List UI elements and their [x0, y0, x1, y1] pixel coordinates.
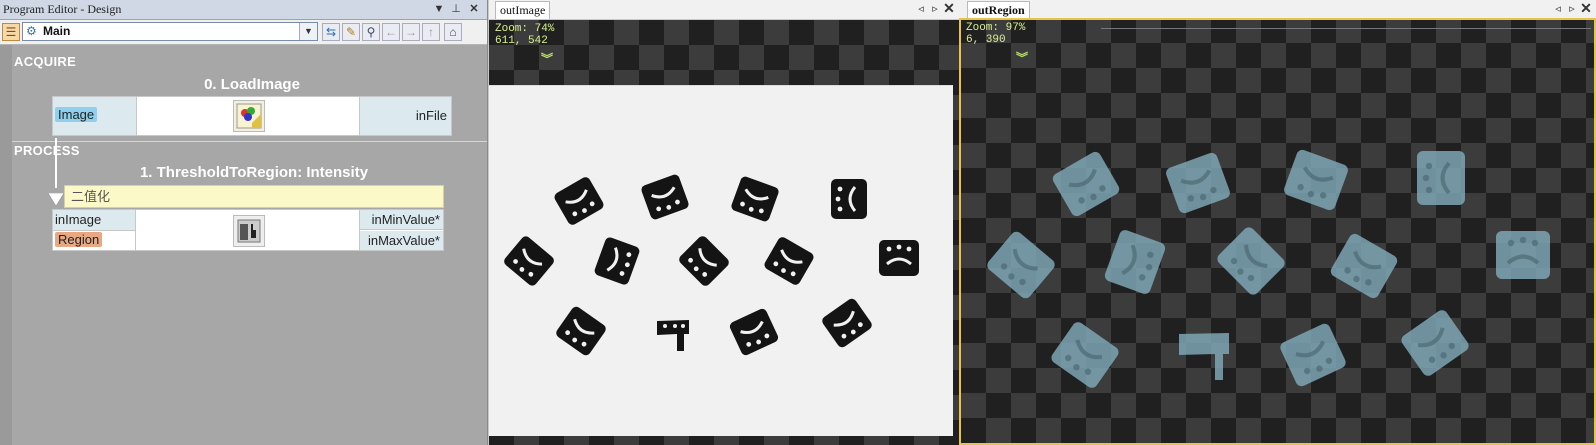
output-port-image[interactable]: Image — [55, 107, 98, 122]
edit-icon[interactable]: ✎ — [342, 23, 360, 41]
program-selector[interactable]: ⚙ Main ▼ — [22, 22, 318, 41]
editor-gutter — [0, 45, 12, 445]
input-port-row-inimage[interactable]: inImage — [53, 210, 135, 231]
swap-icon[interactable]: ⇆ — [322, 23, 340, 41]
close-icon[interactable]: ✕ — [943, 0, 955, 17]
section-process: PROCESS — [14, 143, 80, 158]
close-icon[interactable]: ✕ — [467, 2, 481, 16]
outimage-tabbar: outImage ◃ ▹ ✕ — [489, 0, 959, 20]
search-icon[interactable]: ⚲ — [362, 23, 380, 41]
outregion-viewport[interactable]: Zoom: 97% 6, 390 ︾ — [959, 18, 1596, 445]
program-editor-panel: Program Editor - Design ▼ ⊥ ✕ ☰ ⚙ Main ▼… — [0, 0, 488, 445]
close-icon[interactable]: ✕ — [1580, 0, 1592, 17]
tab-outregion[interactable]: outRegion — [967, 1, 1030, 19]
pin-icon[interactable]: ⊥ — [449, 2, 463, 16]
parts-image-svg — [500, 171, 921, 359]
connection-arrow-icon — [48, 193, 64, 207]
coords-readout: 611, 542 — [495, 35, 548, 47]
threshold-icon — [233, 215, 265, 247]
editor-title: Program Editor - Design — [3, 2, 122, 16]
block-title-loadimage: 0. LoadImage — [204, 76, 300, 93]
image-viewer-outimage: outImage ◃ ▹ ✕ Zoom: 74% 611, 542 ︾ — [489, 0, 959, 445]
block-comment[interactable]: 二值化 — [64, 185, 444, 208]
tab-outimage[interactable]: outImage — [495, 1, 551, 19]
scroll-right-icon[interactable]: ▹ — [1566, 2, 1578, 15]
section-acquire: ACQUIRE — [14, 54, 77, 69]
editor-title-bar: Program Editor - Design ▼ ⊥ ✕ — [0, 0, 487, 20]
source-image — [489, 85, 953, 436]
input-port-infile[interactable]: inFile — [359, 97, 451, 135]
outimage-viewport[interactable]: Zoom: 74% 611, 542 ︾ — [489, 20, 959, 445]
editor-toolbar: ☰ ⚙ Main ▼ ⇆ ✎ ⚲ ← → ↑ ⌂ — [0, 20, 487, 45]
image-viewer-outregion: outRegion ◃ ▹ ✕ Zoom: 97% 6, 390 ︾ — [959, 0, 1596, 445]
output-port-region[interactable]: Region — [55, 232, 103, 247]
forward-arrow-icon[interactable]: → — [402, 23, 420, 41]
region-overlay-svg — [982, 146, 1552, 393]
scroll-right-icon[interactable]: ▹ — [929, 2, 941, 15]
editor-canvas: ACQUIRE 0. LoadImage Image inFile PROCES… — [0, 45, 487, 445]
program-selector-value: Main — [43, 24, 71, 38]
input-port-inmaxvalue[interactable]: inMaxValue* — [360, 231, 443, 250]
chevron-down-icon[interactable]: ▼ — [299, 23, 317, 40]
block-title-threshold: 1. ThresholdToRegion: Intensity — [139, 164, 369, 181]
home-icon[interactable]: ⌂ — [444, 23, 462, 41]
scroll-left-icon[interactable]: ◃ — [915, 2, 927, 15]
zoom-readout: Zoom: 74% 611, 542 — [495, 23, 555, 47]
up-arrow-icon[interactable]: ↑ — [422, 23, 440, 41]
connection-line — [55, 138, 57, 188]
outregion-tabbar: outRegion ◃ ▹ ✕ — [959, 0, 1596, 20]
scroll-left-icon[interactable]: ◃ — [1552, 2, 1564, 15]
load-image-icon — [233, 100, 265, 132]
input-port-inminvalue[interactable]: inMinValue* — [360, 210, 443, 230]
filter-block-loadimage[interactable]: Image inFile — [52, 96, 452, 136]
filter-block-threshold[interactable]: inImage Region inMinValue* inMaxValue* — [52, 209, 444, 251]
back-arrow-icon[interactable]: ← — [382, 23, 400, 41]
dropdown-icon[interactable]: ▼ — [432, 2, 446, 16]
input-port-inimage[interactable]: inImage — [55, 212, 101, 227]
list-icon[interactable]: ☰ — [2, 23, 20, 41]
gear-icon: ⚙ — [26, 24, 37, 38]
expand-icon[interactable]: ︾ — [539, 52, 555, 66]
